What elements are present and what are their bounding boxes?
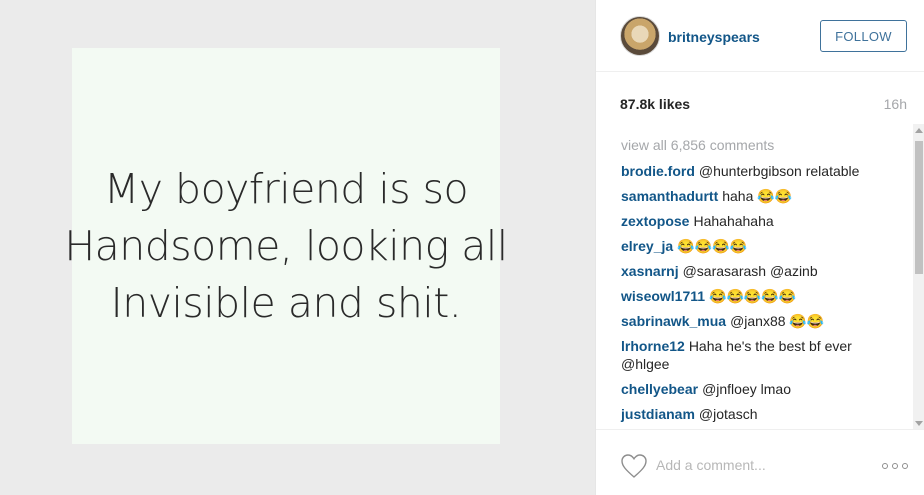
follow-button[interactable]: FOLLOW (820, 20, 907, 52)
comment-author[interactable]: sabrinawk_mua (621, 313, 726, 329)
comment-text: Hahahahaha (693, 213, 774, 229)
comment-text: @jotasch (698, 406, 758, 422)
more-dot (882, 463, 888, 469)
media-pane: My boyfriend is so Handsome, looking all… (0, 0, 595, 495)
comment-text: @sarasarash @azinb (682, 263, 818, 279)
comment-author[interactable]: chellyebear (621, 381, 698, 397)
comment-item: brodie.ford @hunterbgibson relatable (621, 162, 896, 180)
comment-author[interactable]: samanthadurtt (621, 188, 718, 204)
scroll-down-arrow-icon[interactable] (915, 421, 923, 426)
comments-section[interactable]: view all 6,856 comments brodie.ford @hunt… (596, 124, 924, 430)
scrollbar-thumb[interactable] (915, 141, 923, 274)
comment-text: @hunterbgibson relatable (698, 163, 860, 179)
comment-text: @jnfloey lmao (702, 381, 791, 397)
comments-scrollbar[interactable] (913, 124, 924, 429)
comment-item: justdianam @jotasch (621, 405, 896, 423)
post-image[interactable]: My boyfriend is so Handsome, looking all… (64, 48, 508, 444)
likes-row: 87.8k likes 16h (620, 96, 907, 114)
comment-author[interactable]: lrhorne12 (621, 338, 685, 354)
comments-list: view all 6,856 comments brodie.ford @hunt… (621, 136, 896, 429)
comment-item: sabrinawk_mua @janx88 😂😂 (621, 312, 896, 330)
comment-author[interactable]: brodie.ford (621, 163, 695, 179)
avatar[interactable] (620, 16, 660, 56)
post-sidebar: britneyspears FOLLOW 87.8k likes 16h vie… (595, 0, 924, 495)
username-link[interactable]: britneyspears (668, 29, 760, 45)
comment-author[interactable]: elrey_ja (621, 238, 673, 254)
post-age[interactable]: 16h (884, 96, 907, 112)
comment-item: samanthadurtt haha 😂😂 (621, 187, 896, 205)
comment-author[interactable]: wiseowl1711 (621, 288, 705, 304)
post-image-line-1: My boyfriend is so (103, 164, 469, 213)
more-options-icon[interactable] (882, 463, 908, 471)
more-dot (902, 463, 908, 469)
comment-author[interactable]: justdianam (621, 406, 695, 422)
post-image-line-3: Invisible and shit. (110, 278, 462, 327)
post-image-line-2: Handsome, looking all (64, 221, 508, 270)
comment-item: zextopose Hahahahaha (621, 212, 896, 230)
post-image-caption: My boyfriend is so Handsome, looking all… (64, 161, 508, 332)
comment-item: lrhorne12 Haha he's the best bf ever @hlg… (621, 337, 896, 373)
comment-text: 😂😂😂😂😂 (709, 288, 797, 304)
comment-input[interactable] (656, 453, 856, 477)
comment-author[interactable]: zextopose (621, 213, 689, 229)
comment-text: 😂😂😂😂 (677, 238, 747, 254)
comment-item: chellyebear @jnfloey lmao (621, 380, 896, 398)
comment-text: @janx88 😂😂 (730, 313, 825, 329)
heart-icon[interactable] (620, 453, 648, 479)
comment-item: xasnarnj @sarasarash @azinb (621, 262, 896, 280)
comment-text: haha 😂😂 (722, 188, 793, 204)
view-all-comments-link[interactable]: view all 6,856 comments (621, 136, 896, 154)
likes-count[interactable]: 87.8k likes (620, 96, 690, 112)
more-dot (892, 463, 898, 469)
scroll-up-arrow-icon[interactable] (915, 128, 923, 133)
post-footer (596, 431, 924, 495)
comment-item: wiseowl1711 😂😂😂😂😂 (621, 287, 896, 305)
post-header: britneyspears FOLLOW (596, 0, 924, 72)
comment-author[interactable]: xasnarnj (621, 263, 679, 279)
comment-item: elrey_ja 😂😂😂😂 (621, 237, 896, 255)
